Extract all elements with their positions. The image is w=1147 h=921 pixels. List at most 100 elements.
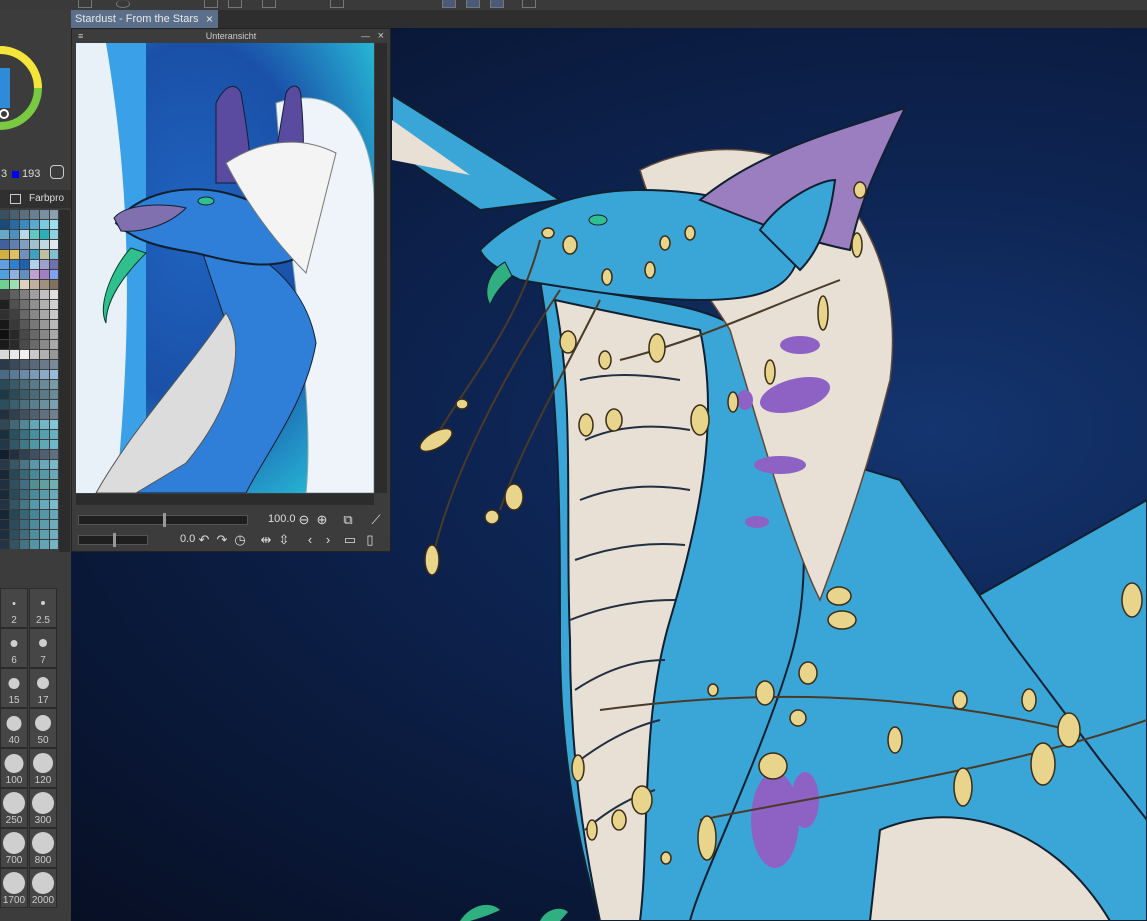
palette-swatch[interactable]	[50, 410, 58, 419]
palette-swatch[interactable]	[30, 440, 39, 449]
palette-swatch[interactable]	[50, 460, 58, 469]
palette-swatch[interactable]	[50, 430, 58, 439]
palette-swatch[interactable]	[0, 340, 9, 349]
palette-swatch[interactable]	[10, 340, 19, 349]
palette-swatch[interactable]	[50, 420, 58, 429]
palette-swatch[interactable]	[20, 450, 29, 459]
palette-swatch[interactable]	[10, 480, 19, 489]
palette-swatch[interactable]	[0, 320, 9, 329]
palette-swatch[interactable]	[40, 240, 49, 249]
palette-swatch[interactable]	[30, 230, 39, 239]
palette-swatch[interactable]	[20, 540, 29, 549]
palette-swatch[interactable]	[20, 420, 29, 429]
palette-swatch[interactable]	[0, 240, 9, 249]
palette-swatch[interactable]	[20, 370, 29, 379]
zoom-slider[interactable]	[78, 513, 248, 527]
palette-swatch[interactable]	[40, 340, 49, 349]
palette-swatch[interactable]	[50, 330, 58, 339]
eyedropper-icon[interactable]: ⟋	[368, 512, 384, 528]
palette-swatch[interactable]	[0, 500, 9, 509]
palette-swatch[interactable]	[0, 520, 9, 529]
brush-size-cell[interactable]: 2.5	[29, 588, 57, 628]
palette-swatch[interactable]	[40, 350, 49, 359]
rotate-left-icon[interactable]: ↶	[196, 532, 212, 548]
palette-swatch[interactable]	[20, 530, 29, 539]
palette-swatch[interactable]	[40, 420, 49, 429]
brush-size-cell[interactable]: 15	[0, 668, 28, 708]
palette-swatch[interactable]	[10, 420, 19, 429]
palette-swatch[interactable]	[20, 290, 29, 299]
palette-swatch[interactable]	[0, 310, 9, 319]
palette-swatch[interactable]	[0, 350, 9, 359]
palette-swatch[interactable]	[40, 540, 49, 549]
palette-swatch[interactable]	[0, 300, 9, 309]
palette-swatch[interactable]	[30, 380, 39, 389]
palette-swatch[interactable]	[30, 530, 39, 539]
palette-swatch[interactable]	[40, 290, 49, 299]
palette-swatch[interactable]	[20, 300, 29, 309]
palette-swatch[interactable]	[50, 350, 58, 359]
palette-icon[interactable]	[10, 194, 21, 204]
rotate-right-icon[interactable]: ↷	[214, 532, 230, 548]
palette-swatch[interactable]	[40, 530, 49, 539]
toolbar-button[interactable]	[522, 0, 536, 8]
palette-swatch[interactable]	[0, 290, 9, 299]
palette-swatch[interactable]	[10, 530, 19, 539]
palette-swatch[interactable]	[40, 490, 49, 499]
palette-swatch[interactable]	[10, 290, 19, 299]
palette-swatch[interactable]	[40, 330, 49, 339]
toolbar-button[interactable]	[442, 0, 456, 8]
palette-swatch[interactable]	[0, 470, 9, 479]
palette-swatch[interactable]	[10, 510, 19, 519]
palette-swatch[interactable]	[0, 480, 9, 489]
redo-icon[interactable]	[228, 0, 242, 8]
rotation-slider-thumb[interactable]	[113, 533, 116, 547]
palette-swatch[interactable]	[50, 240, 58, 249]
close-tab-icon[interactable]: ×	[206, 10, 213, 28]
fit-to-window-icon[interactable]: ⧉	[340, 512, 356, 528]
color-settings-icon[interactable]	[50, 165, 64, 179]
palette-swatch[interactable]	[40, 410, 49, 419]
palette-swatch[interactable]	[0, 430, 9, 439]
palette-swatch[interactable]	[20, 330, 29, 339]
palette-swatch[interactable]	[50, 290, 58, 299]
brush-size-cell[interactable]: 17	[29, 668, 57, 708]
palette-swatch[interactable]	[30, 490, 39, 499]
palette-swatch[interactable]	[10, 360, 19, 369]
palette-swatch[interactable]	[0, 410, 9, 419]
palette-swatch[interactable]	[50, 450, 58, 459]
palette-swatch[interactable]	[40, 440, 49, 449]
document-tab[interactable]: Stardust - From the Stars ×	[71, 10, 218, 28]
palette-swatch[interactable]	[50, 310, 58, 319]
brush-size-cell[interactable]: 2000	[29, 868, 57, 908]
palette-swatch[interactable]	[50, 490, 58, 499]
palette-swatch[interactable]	[0, 540, 9, 549]
brush-size-cell[interactable]: 6	[0, 628, 28, 668]
palette-swatch[interactable]	[50, 400, 58, 409]
palette-swatch[interactable]	[10, 310, 19, 319]
zoom-in-icon[interactable]: ⊕	[314, 512, 330, 528]
palette-swatch[interactable]	[40, 250, 49, 259]
palette-swatch[interactable]	[40, 260, 49, 269]
palette-swatch[interactable]	[40, 380, 49, 389]
palette-swatch[interactable]	[40, 500, 49, 509]
palette-swatch[interactable]	[50, 440, 58, 449]
palette-swatch[interactable]	[0, 530, 9, 539]
toolbar-button[interactable]	[490, 0, 504, 8]
palette-swatch[interactable]	[30, 510, 39, 519]
palette-swatch[interactable]	[30, 310, 39, 319]
palette-swatch[interactable]	[10, 440, 19, 449]
palette-scrollbar[interactable]	[59, 210, 70, 552]
undo-icon[interactable]	[204, 0, 218, 8]
palette-swatch[interactable]	[30, 340, 39, 349]
palette-swatch[interactable]	[30, 330, 39, 339]
palette-swatch[interactable]	[40, 400, 49, 409]
palette-swatch[interactable]	[10, 210, 19, 219]
brush-size-cell[interactable]: 50	[29, 708, 57, 748]
palette-swatch[interactable]	[20, 340, 29, 349]
toolbar-button[interactable]	[78, 0, 92, 8]
palette-swatch[interactable]	[20, 440, 29, 449]
palette-swatch[interactable]	[0, 270, 9, 279]
palette-swatch[interactable]	[30, 300, 39, 309]
palette-swatch[interactable]	[50, 260, 58, 269]
